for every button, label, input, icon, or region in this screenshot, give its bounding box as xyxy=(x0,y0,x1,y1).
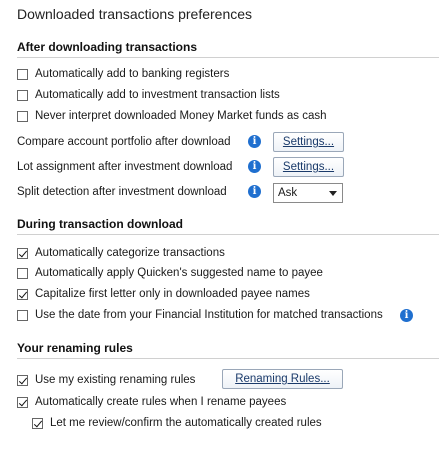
compare-portfolio-settings-button[interactable]: Settings... xyxy=(273,132,344,152)
info-icon[interactable]: i xyxy=(248,160,261,173)
split-detection-select[interactable]: Ask xyxy=(273,183,343,203)
review-confirm-checkbox[interactable] xyxy=(32,417,43,429)
lot-assignment-settings-label: Settings... xyxy=(282,161,335,173)
auto-categorize-row[interactable]: Automatically categorize transactions xyxy=(17,247,225,259)
divider xyxy=(17,234,439,235)
auto-categorize-checkbox[interactable] xyxy=(17,247,28,259)
use-fi-date-label: Use the date from your Financial Institu… xyxy=(35,309,383,321)
auto-create-rules-checkbox[interactable] xyxy=(17,396,28,408)
section-heading-during: During transaction download xyxy=(17,217,184,231)
auto-create-rules-row[interactable]: Automatically create rules when I rename… xyxy=(17,396,286,408)
review-confirm-label: Let me review/confirm the automatically … xyxy=(50,417,322,429)
split-detection-label: Split detection after investment downloa… xyxy=(17,186,227,198)
page-title: Downloaded transactions preferences xyxy=(17,6,253,22)
use-existing-rules-label: Use my existing renaming rules xyxy=(35,374,196,386)
auto-add-banking-checkbox[interactable] xyxy=(17,68,28,80)
info-icon[interactable]: i xyxy=(248,185,261,198)
auto-add-investment-row[interactable]: Automatically add to investment transact… xyxy=(17,89,280,101)
auto-create-rules-label: Automatically create rules when I rename… xyxy=(35,396,287,408)
use-fi-date-row[interactable]: Use the date from your Financial Institu… xyxy=(17,309,383,321)
never-money-market-row[interactable]: Never interpret downloaded Money Market … xyxy=(17,110,327,122)
use-existing-rules-row[interactable]: Use my existing renaming rules xyxy=(17,374,195,386)
auto-add-banking-row[interactable]: Automatically add to banking registers xyxy=(17,68,229,80)
compare-portfolio-label: Compare account portfolio after download xyxy=(17,136,231,148)
renaming-rules-button-label: Renaming Rules... xyxy=(235,373,330,385)
use-fi-date-checkbox[interactable] xyxy=(17,309,28,321)
info-icon[interactable]: i xyxy=(400,309,413,322)
chevron-down-icon xyxy=(329,191,337,196)
info-icon[interactable]: i xyxy=(248,135,261,148)
auto-add-investment-checkbox[interactable] xyxy=(17,89,28,101)
split-detection-value: Ask xyxy=(278,187,298,199)
capitalize-first-label: Capitalize first letter only in download… xyxy=(35,288,310,300)
renaming-rules-button[interactable]: Renaming Rules... xyxy=(222,369,343,389)
section-heading-renaming: Your renaming rules xyxy=(17,341,133,355)
auto-apply-name-label: Automatically apply Quicken's suggested … xyxy=(35,267,323,279)
divider xyxy=(17,358,439,359)
auto-apply-name-checkbox[interactable] xyxy=(17,267,28,279)
never-money-market-checkbox[interactable] xyxy=(17,110,28,122)
capitalize-first-row[interactable]: Capitalize first letter only in download… xyxy=(17,288,310,300)
auto-add-banking-label: Automatically add to banking registers xyxy=(35,68,230,80)
lot-assignment-settings-button[interactable]: Settings... xyxy=(273,157,344,177)
use-existing-rules-checkbox[interactable] xyxy=(17,374,28,386)
auto-add-investment-label: Automatically add to investment transact… xyxy=(35,89,280,101)
auto-categorize-label: Automatically categorize transactions xyxy=(35,247,225,259)
review-confirm-row[interactable]: Let me review/confirm the automatically … xyxy=(32,417,322,429)
lot-assignment-label: Lot assignment after investment download xyxy=(17,161,233,173)
capitalize-first-checkbox[interactable] xyxy=(17,288,28,300)
divider xyxy=(17,57,439,58)
never-money-market-label: Never interpret downloaded Money Market … xyxy=(35,110,327,122)
section-heading-after: After downloading transactions xyxy=(17,40,198,54)
auto-apply-name-row[interactable]: Automatically apply Quicken's suggested … xyxy=(17,267,323,279)
compare-portfolio-settings-label: Settings... xyxy=(282,136,335,148)
